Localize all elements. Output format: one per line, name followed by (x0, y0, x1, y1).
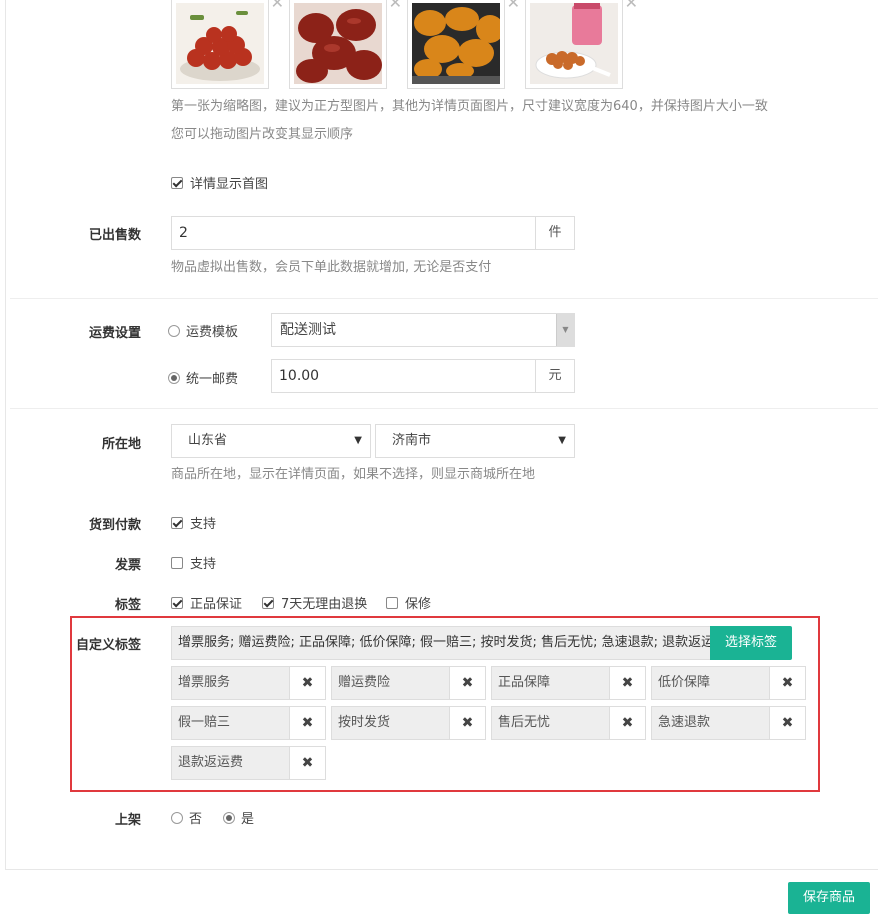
city-value: 济南市 (392, 433, 432, 448)
custom-tag-text: 急速退款 (652, 707, 771, 739)
shipping-fee-input[interactable]: 10.00 (271, 359, 536, 393)
custom-tag-text: 假一赔三 (172, 707, 291, 739)
location-label: 所在地 (101, 437, 141, 452)
remove-tag-icon[interactable]: ✖ (609, 667, 645, 699)
on-shelf-no-label: 否 (189, 812, 203, 827)
shipping-fee-unit: 元 (535, 359, 575, 393)
select-tags-button[interactable]: 选择标签 (710, 626, 792, 660)
invoice-checkbox[interactable] (171, 557, 183, 569)
shipping-label: 运费设置 (88, 326, 141, 341)
shipping-template-option[interactable]: 运费模板 (168, 321, 238, 340)
on-shelf-no-option[interactable]: 否 (171, 808, 202, 827)
remove-tag-icon[interactable]: ✖ (289, 707, 325, 739)
remove-image-3-icon[interactable]: ✕ (507, 0, 520, 12)
chevron-down-icon: ▼ (354, 435, 362, 446)
shipping-template-select[interactable]: 配送测试 ▼ (271, 313, 575, 347)
save-product-button[interactable]: 保存商品 (788, 882, 870, 914)
custom-tag-chip: 退款返运费 ✖ (171, 746, 326, 780)
cod-option-label: 支持 (190, 517, 217, 532)
custom-tag-chip: 按时发货 ✖ (331, 706, 486, 740)
cod-option[interactable]: 支持 (171, 513, 216, 532)
custom-tags-summary: 增票服务; 赠运费险; 正品保障; 低价保障; 假一赔三; 按时发货; 售后无忧… (171, 626, 711, 660)
location-help-text: 商品所在地，显示在详情页面，如果不选择，则显示商城所在地 (171, 467, 536, 482)
custom-tag-chip: 低价保障 ✖ (651, 666, 806, 700)
sold-input[interactable]: 2 (171, 216, 536, 250)
chevron-down-icon: ▼ (556, 314, 574, 346)
show-first-image-option[interactable]: 详情显示首图 (171, 173, 268, 192)
dried-red-fruit-image (294, 3, 382, 84)
custom-tag-chip: 售后无忧 ✖ (491, 706, 646, 740)
shipping-template-value: 配送测试 (280, 322, 336, 338)
tag-option-genuine[interactable]: 正品保证 (171, 593, 242, 612)
custom-tag-chip: 急速退款 ✖ (651, 706, 806, 740)
tag-genuine-label: 正品保证 (190, 597, 243, 612)
remove-tag-icon[interactable]: ✖ (449, 667, 485, 699)
remove-image-1-icon[interactable]: ✕ (271, 0, 284, 12)
remove-tag-icon[interactable]: ✖ (609, 707, 645, 739)
dried-apricot-image (412, 3, 500, 84)
product-image-2[interactable]: ✕ (289, 0, 402, 89)
shipping-template-radio[interactable] (168, 325, 180, 337)
custom-tag-text: 赠运费险 (332, 667, 451, 699)
remove-tag-icon[interactable]: ✖ (769, 667, 805, 699)
show-first-image-checkbox[interactable] (171, 177, 183, 189)
chevron-down-icon: ▼ (558, 435, 566, 446)
image-order-help-text: 您可以拖动图片改变其显示顺序 (171, 127, 354, 142)
sold-help-text: 物品虚拟出售数，会员下单此数据就增加, 无论是否支付 (171, 260, 492, 275)
peanut-jar-image (530, 3, 618, 84)
custom-tag-chip: 正品保障 ✖ (491, 666, 646, 700)
invoice-label: 发票 (114, 558, 141, 573)
image-help-text: 第一张为缩略图，建议为正方型图片，其他为详情页面图片，尺寸建议宽度为640，并保… (171, 99, 768, 114)
sold-label: 已出售数 (88, 228, 141, 243)
custom-tag-text: 增票服务 (172, 667, 291, 699)
remove-image-2-icon[interactable]: ✕ (389, 0, 402, 12)
province-select[interactable]: 山东省 ▼ (171, 424, 371, 458)
custom-tag-text: 退款返运费 (172, 747, 291, 779)
show-first-image-label: 详情显示首图 (190, 177, 269, 192)
tag-warranty-checkbox[interactable] (386, 597, 398, 609)
invoice-option-label: 支持 (190, 557, 217, 572)
tag-7day-checkbox[interactable] (262, 597, 274, 609)
product-image-1[interactable]: ✕ (171, 0, 284, 89)
city-select[interactable]: 济南市 ▼ (375, 424, 575, 458)
sold-unit: 件 (535, 216, 575, 250)
shipping-uniform-label: 统一邮费 (186, 372, 239, 387)
custom-tag-chip: 赠运费险 ✖ (331, 666, 486, 700)
shipping-uniform-radio[interactable] (168, 372, 180, 384)
remove-tag-icon[interactable]: ✖ (289, 667, 325, 699)
on-shelf-label: 上架 (114, 813, 141, 828)
remove-image-4-icon[interactable]: ✕ (625, 0, 638, 12)
custom-tag-text: 正品保障 (492, 667, 611, 699)
product-image-4[interactable]: ✕ (525, 0, 638, 89)
cod-checkbox[interactable] (171, 517, 183, 529)
divider (10, 298, 878, 299)
shipping-uniform-option[interactable]: 统一邮费 (168, 368, 238, 387)
remove-tag-icon[interactable]: ✖ (769, 707, 805, 739)
tag-option-7day[interactable]: 7天无理由退换 (262, 593, 367, 612)
tag-7day-label: 7天无理由退换 (281, 597, 368, 612)
province-value: 山东省 (188, 433, 228, 448)
custom-tag-chip: 增票服务 ✖ (171, 666, 326, 700)
tag-option-warranty[interactable]: 保修 (386, 593, 431, 612)
on-shelf-no-radio[interactable] (171, 812, 183, 824)
cod-label: 货到付款 (88, 518, 141, 533)
tag-warranty-label: 保修 (405, 597, 432, 612)
product-image-3[interactable]: ✕ (407, 0, 520, 89)
remove-tag-icon[interactable]: ✖ (449, 707, 485, 739)
on-shelf-yes-label: 是 (241, 812, 255, 827)
remove-tag-icon[interactable]: ✖ (289, 747, 325, 779)
divider (10, 408, 878, 409)
custom-tag-text: 售后无忧 (492, 707, 611, 739)
custom-tag-chip: 假一赔三 ✖ (171, 706, 326, 740)
tags-label: 标签 (114, 598, 141, 613)
custom-tag-text: 低价保障 (652, 667, 771, 699)
red-fruit-bowl-image (176, 3, 264, 84)
shipping-template-label: 运费模板 (186, 325, 239, 340)
custom-tag-text: 按时发货 (332, 707, 451, 739)
invoice-option[interactable]: 支持 (171, 553, 216, 572)
on-shelf-yes-option[interactable]: 是 (223, 808, 254, 827)
tag-genuine-checkbox[interactable] (171, 597, 183, 609)
on-shelf-yes-radio[interactable] (223, 812, 235, 824)
